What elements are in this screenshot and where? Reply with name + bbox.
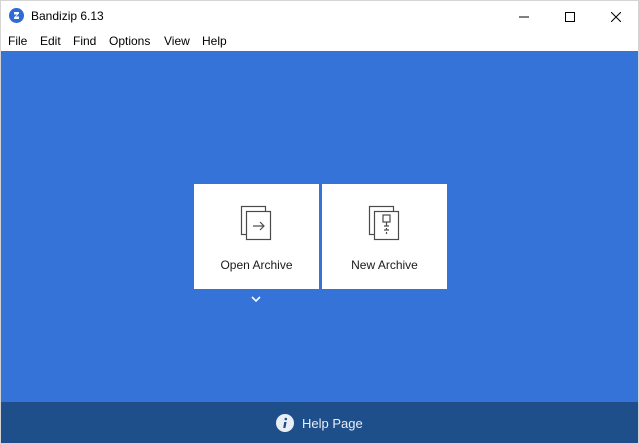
info-icon: [276, 414, 294, 432]
footer-bar: Help Page: [1, 402, 638, 443]
minimize-icon: [519, 16, 529, 17]
menu-options[interactable]: Options: [109, 34, 150, 48]
help-page-link[interactable]: Help Page: [276, 413, 363, 433]
title-bar: Bandizip 6.13: [1, 1, 638, 32]
menu-bar: File Edit Find Options View Help: [1, 32, 638, 51]
bandizip-logo-icon: [9, 8, 24, 23]
new-archive-icon: [368, 205, 400, 241]
menu-file[interactable]: File: [8, 34, 27, 48]
new-archive-button[interactable]: New Archive: [322, 184, 447, 289]
close-icon: [611, 11, 621, 22]
chevron-down-icon[interactable]: [249, 294, 263, 304]
maximize-icon: [565, 11, 575, 22]
menu-edit[interactable]: Edit: [40, 34, 61, 48]
menu-help[interactable]: Help: [202, 34, 227, 48]
new-archive-label: New Archive: [351, 258, 418, 272]
help-page-label: Help Page: [302, 415, 363, 431]
app-window: Bandizip 6.13 File Edit Find Options Vie…: [0, 0, 639, 443]
window-title: Bandizip 6.13: [31, 9, 104, 23]
open-archive-icon: [240, 205, 272, 241]
menu-find[interactable]: Find: [73, 34, 96, 48]
main-panel: Open Archive New Archive: [1, 51, 638, 402]
minimize-button[interactable]: [501, 1, 547, 32]
close-button[interactable]: [593, 1, 639, 32]
maximize-button[interactable]: [547, 1, 593, 32]
menu-view[interactable]: View: [164, 34, 190, 48]
open-archive-button[interactable]: Open Archive: [194, 184, 319, 289]
open-archive-label: Open Archive: [220, 258, 293, 272]
